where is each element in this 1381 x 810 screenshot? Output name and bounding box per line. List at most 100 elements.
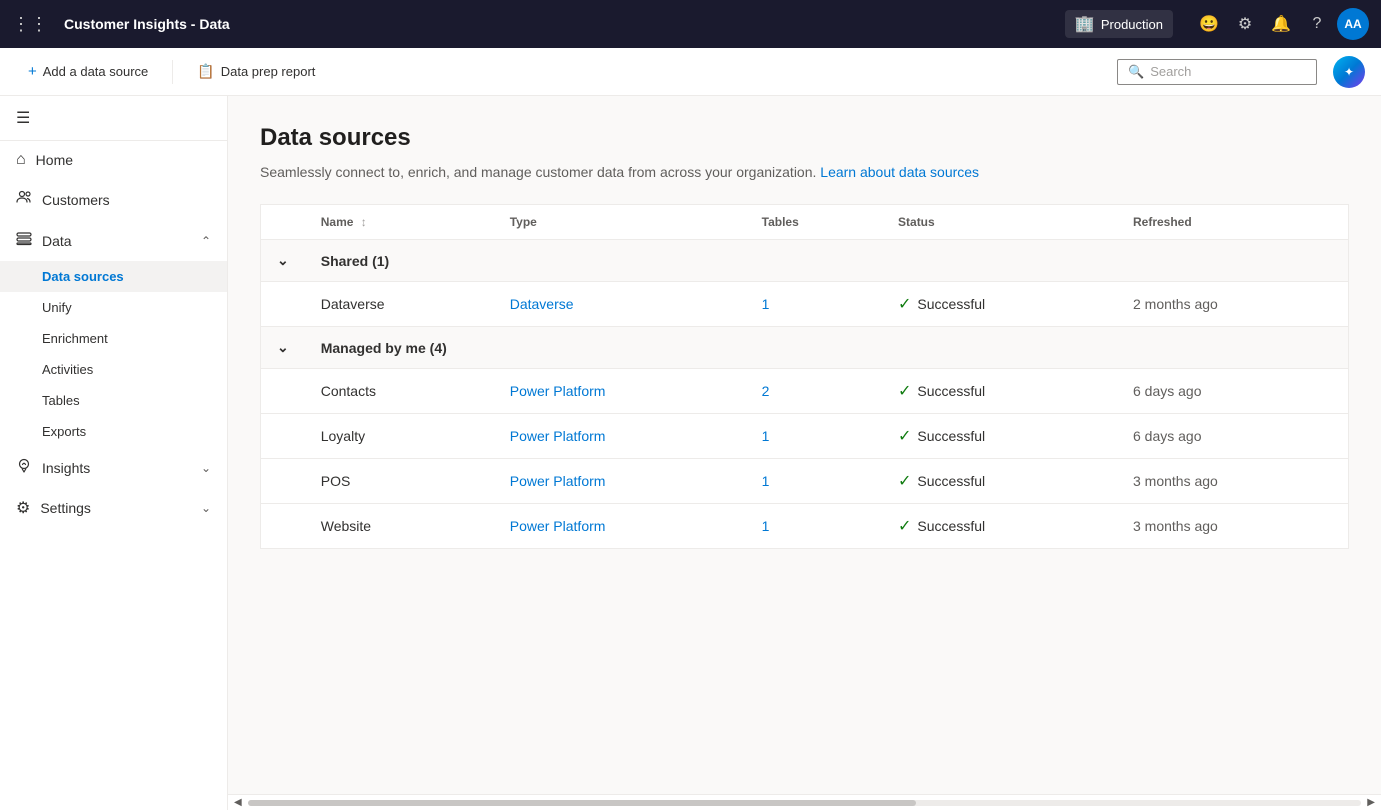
row-name: POS [305, 459, 494, 504]
row-type: Power Platform [494, 504, 746, 549]
sidebar-subitem-exports[interactable]: Exports [0, 416, 227, 447]
help-button[interactable]: ? [1301, 8, 1333, 40]
group-expand-icon[interactable]: ⌄ [261, 240, 305, 282]
row-name: Dataverse [305, 282, 494, 327]
search-placeholder: Search [1150, 64, 1191, 79]
table-row[interactable]: POS Power Platform 1 ✓ Successful [261, 459, 1349, 504]
table-row[interactable]: Website Power Platform 1 ✓ Successful [261, 504, 1349, 549]
search-bar[interactable]: 🔍 Search [1117, 59, 1317, 85]
sidebar-subitem-activities[interactable]: Activities [0, 354, 227, 385]
row-indent [261, 459, 305, 504]
app-title: Customer Insights - Data [64, 16, 1057, 32]
report-icon: 📋 [197, 63, 214, 80]
row-refreshed: 3 months ago [1117, 459, 1349, 504]
scroll-thumb[interactable] [248, 800, 916, 806]
copilot-icon: ✦ [1344, 65, 1354, 79]
table-row[interactable]: Contacts Power Platform 2 ✓ Successful [261, 369, 1349, 414]
group-row-shared: ⌄ Shared (1) [261, 240, 1349, 282]
scroll-track[interactable] [248, 800, 1362, 806]
learn-more-link[interactable]: Learn about data sources [820, 164, 979, 180]
add-data-source-button[interactable]: + Add a data source [16, 57, 160, 86]
environment-label: Production [1101, 17, 1163, 32]
page-title: Data sources [260, 124, 1349, 152]
row-tables: 1 [746, 459, 882, 504]
sidebar-item-label: Settings [40, 500, 91, 516]
col-type: Type [494, 205, 746, 240]
row-tables: 1 [746, 414, 882, 459]
hamburger-menu[interactable]: ☰ [0, 96, 227, 141]
environment-selector[interactable]: 🏢 Production [1065, 10, 1173, 38]
col-tables: Tables [746, 205, 882, 240]
data-icon [16, 230, 32, 251]
user-avatar[interactable]: AA [1337, 8, 1369, 40]
sidebar-subitem-tables[interactable]: Tables [0, 385, 227, 416]
sidebar-item-label: Home [36, 152, 73, 168]
sidebar-item-label: Insights [42, 460, 90, 476]
sidebar-item-settings[interactable]: ⚙ Settings ⌄ [0, 488, 227, 528]
table-row[interactable]: Dataverse Dataverse 1 ✓ Successful [261, 282, 1349, 327]
group-expand-icon[interactable]: ⌄ [261, 327, 305, 369]
chevron-down-icon: ⌄ [201, 461, 211, 475]
smiley-button[interactable]: 😀 [1193, 8, 1225, 40]
data-prep-report-button[interactable]: 📋 Data prep report [185, 57, 327, 86]
row-type: Power Platform [494, 369, 746, 414]
customers-icon [16, 189, 32, 210]
sidebar-subitem-unify[interactable]: Unify [0, 292, 227, 323]
toolbar: + Add a data source 📋 Data prep report 🔍… [0, 48, 1381, 96]
horizontal-scrollbar[interactable]: ◀ ▶ [228, 794, 1381, 810]
col-name: Name ↕ [305, 205, 494, 240]
chevron-down-icon: ⌄ [201, 501, 211, 515]
chevron-up-icon: ⌃ [201, 234, 211, 248]
row-indent [261, 504, 305, 549]
row-type: Power Platform [494, 459, 746, 504]
copilot-button[interactable]: ✦ [1333, 56, 1365, 88]
sort-icon[interactable]: ↕ [361, 215, 367, 229]
col-expand [261, 205, 305, 240]
col-status: Status [882, 205, 1117, 240]
toolbar-divider [172, 60, 173, 84]
row-indent [261, 414, 305, 459]
row-refreshed: 6 days ago [1117, 414, 1349, 459]
topbar: ⋮⋮ Customer Insights - Data 🏢 Production… [0, 0, 1381, 48]
row-name: Website [305, 504, 494, 549]
group-row-managed: ⌄ Managed by me (4) [261, 327, 1349, 369]
settings-icon: ⚙ [16, 498, 30, 518]
row-type: Power Platform [494, 414, 746, 459]
row-type: Dataverse [494, 282, 746, 327]
page-description: Seamlessly connect to, enrich, and manag… [260, 164, 1349, 180]
scroll-left-arrow[interactable]: ◀ [232, 797, 244, 808]
sidebar-subitem-enrichment[interactable]: Enrichment [0, 323, 227, 354]
sidebar-item-label: Customers [42, 192, 110, 208]
sidebar-item-home[interactable]: ⌂ Home [0, 141, 227, 179]
table-row[interactable]: Loyalty Power Platform 1 ✓ Successful [261, 414, 1349, 459]
status-check-icon: ✓ [898, 426, 911, 446]
group-name: Managed by me (4) [305, 327, 1349, 369]
scroll-right-arrow[interactable]: ▶ [1365, 797, 1377, 808]
row-indent [261, 369, 305, 414]
row-status: ✓ Successful [882, 369, 1117, 414]
sidebar-item-insights[interactable]: Insights ⌄ [0, 447, 227, 488]
status-check-icon: ✓ [898, 381, 911, 401]
app-grid-icon[interactable]: ⋮⋮ [12, 14, 48, 35]
row-tables: 1 [746, 282, 882, 327]
environment-icon: 🏢 [1075, 14, 1095, 34]
row-refreshed: 3 months ago [1117, 504, 1349, 549]
row-refreshed: 6 days ago [1117, 369, 1349, 414]
insights-icon [16, 457, 32, 478]
col-refreshed: Refreshed [1117, 205, 1349, 240]
row-name: Loyalty [305, 414, 494, 459]
sidebar-item-label: Data [42, 233, 72, 249]
sidebar-item-data[interactable]: Data ⌃ [0, 220, 227, 261]
row-tables: 1 [746, 504, 882, 549]
plus-icon: + [28, 63, 37, 80]
row-status: ✓ Successful [882, 504, 1117, 549]
status-check-icon: ✓ [898, 294, 911, 314]
app-layout: ☰ ⌂ Home Customers Data ⌃ Data sources U… [0, 96, 1381, 810]
settings-button[interactable]: ⚙ [1229, 8, 1261, 40]
search-icon: 🔍 [1128, 64, 1144, 80]
sidebar-subitem-data-sources[interactable]: Data sources [0, 261, 227, 292]
notifications-button[interactable]: 🔔 [1265, 8, 1297, 40]
sidebar-item-customers[interactable]: Customers [0, 179, 227, 220]
row-status: ✓ Successful [882, 414, 1117, 459]
topbar-icon-group: 😀 ⚙ 🔔 ? AA [1193, 8, 1369, 40]
